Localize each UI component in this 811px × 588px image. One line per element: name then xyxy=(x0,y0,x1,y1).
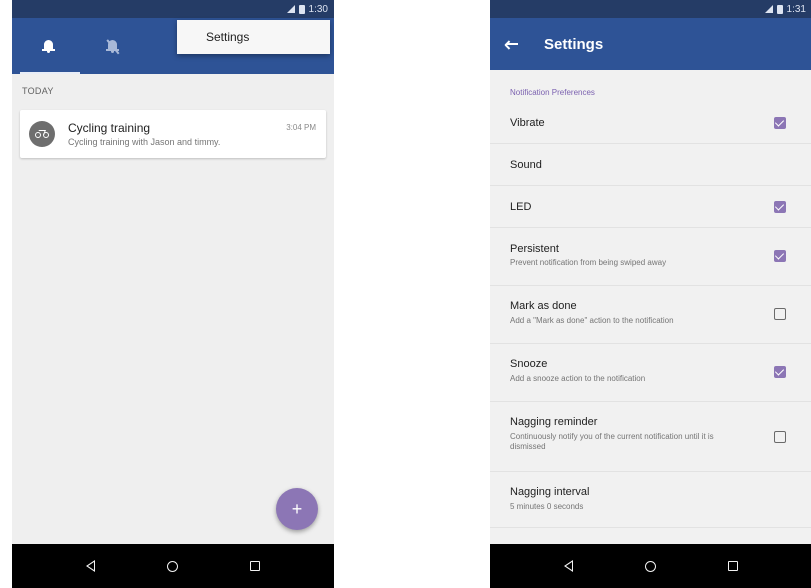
notification-card[interactable]: Cycling training Cycling training with J… xyxy=(20,110,326,158)
signal-icon xyxy=(286,5,295,13)
pref-summary: Add a snooze action to the notification xyxy=(510,374,646,383)
overflow-menu: Settings xyxy=(177,20,330,54)
status-bar: 1:31 xyxy=(490,0,811,18)
snooze-checkbox[interactable] xyxy=(774,366,786,378)
plus-icon: + xyxy=(291,498,303,519)
recents-icon[interactable] xyxy=(728,561,738,571)
pref-summary: 5 minutes 0 seconds xyxy=(510,502,584,511)
back-icon[interactable] xyxy=(564,560,573,572)
status-time: 1:31 xyxy=(786,3,806,15)
vibrate-checkbox[interactable] xyxy=(774,117,786,129)
home-icon[interactable] xyxy=(645,560,656,572)
tab-muted[interactable] xyxy=(80,18,144,74)
app-bar: Settings xyxy=(490,18,811,70)
mark-as-done-checkbox[interactable] xyxy=(774,308,786,320)
nav-bar xyxy=(12,544,334,588)
pref-snooze[interactable]: Snooze Add a snooze action to the notifi… xyxy=(490,344,811,402)
pref-summary: Continuously notify you of the current n… xyxy=(510,432,714,451)
status-time: 1:30 xyxy=(308,3,328,15)
pref-led[interactable]: LED xyxy=(490,186,811,228)
battery-icon xyxy=(776,4,783,14)
signal-icon xyxy=(764,5,773,13)
preference-category: Notification Preferences xyxy=(510,88,595,97)
pref-nagging-interval[interactable]: Nagging interval 5 minutes 0 seconds xyxy=(490,472,811,528)
avatar xyxy=(29,121,55,147)
back-arrow-icon[interactable] xyxy=(504,38,518,50)
pref-summary: Add a "Mark as done" action to the notif… xyxy=(510,316,674,325)
pref-title: Mark as done xyxy=(510,300,577,312)
pref-mark-as-done[interactable]: Mark as done Add a "Mark as done" action… xyxy=(490,286,811,344)
pref-persistent[interactable]: Persistent Prevent notification from bei… xyxy=(490,228,811,286)
bicycle-icon xyxy=(35,130,49,138)
home-icon[interactable] xyxy=(167,560,178,572)
phone-screen-settings: 1:31 Settings Notification Preferences V… xyxy=(490,0,811,588)
notification-time: 3:04 PM xyxy=(286,123,316,132)
pref-sound[interactable]: Sound xyxy=(490,144,811,186)
back-icon[interactable] xyxy=(86,560,95,572)
bell-off-icon xyxy=(105,39,119,54)
pref-title: Snooze xyxy=(510,358,548,370)
notification-body: Cycling training with Jason and timmy. xyxy=(68,137,221,147)
pref-vibrate[interactable]: Vibrate xyxy=(490,102,811,144)
section-header-today: TODAY xyxy=(22,86,54,96)
pref-title: Nagging interval xyxy=(510,486,590,498)
notification-title: Cycling training xyxy=(68,121,151,135)
pref-title: LED xyxy=(510,201,532,213)
persistent-checkbox[interactable] xyxy=(774,250,786,262)
add-notification-button[interactable]: + xyxy=(276,488,318,530)
pref-title: Persistent xyxy=(510,243,559,255)
notification-list: TODAY Cycling training Cycling training … xyxy=(12,74,334,544)
bell-icon xyxy=(41,39,55,53)
pref-nagging-reminder[interactable]: Nagging reminder Continuously notify you… xyxy=(490,402,811,472)
nagging-reminder-checkbox[interactable] xyxy=(774,431,786,443)
page-title: Settings xyxy=(544,35,604,53)
menu-item-settings[interactable]: Settings xyxy=(206,30,249,44)
pref-summary: Prevent notification from being swiped a… xyxy=(510,258,667,267)
pref-title: Sound xyxy=(510,159,542,171)
tab-notifications[interactable] xyxy=(16,18,80,74)
status-bar: 1:30 xyxy=(12,0,334,18)
led-checkbox[interactable] xyxy=(774,201,786,213)
phone-screen-notifications: 1:30 Settings TODAY Cycling training Cyc… xyxy=(12,0,334,588)
recents-icon[interactable] xyxy=(250,561,260,571)
pref-title: Vibrate xyxy=(510,117,545,129)
nav-bar xyxy=(490,544,811,588)
battery-icon xyxy=(298,4,305,14)
settings-list: Notification Preferences Vibrate Sound L… xyxy=(490,70,811,544)
pref-title: Nagging reminder xyxy=(510,416,598,428)
